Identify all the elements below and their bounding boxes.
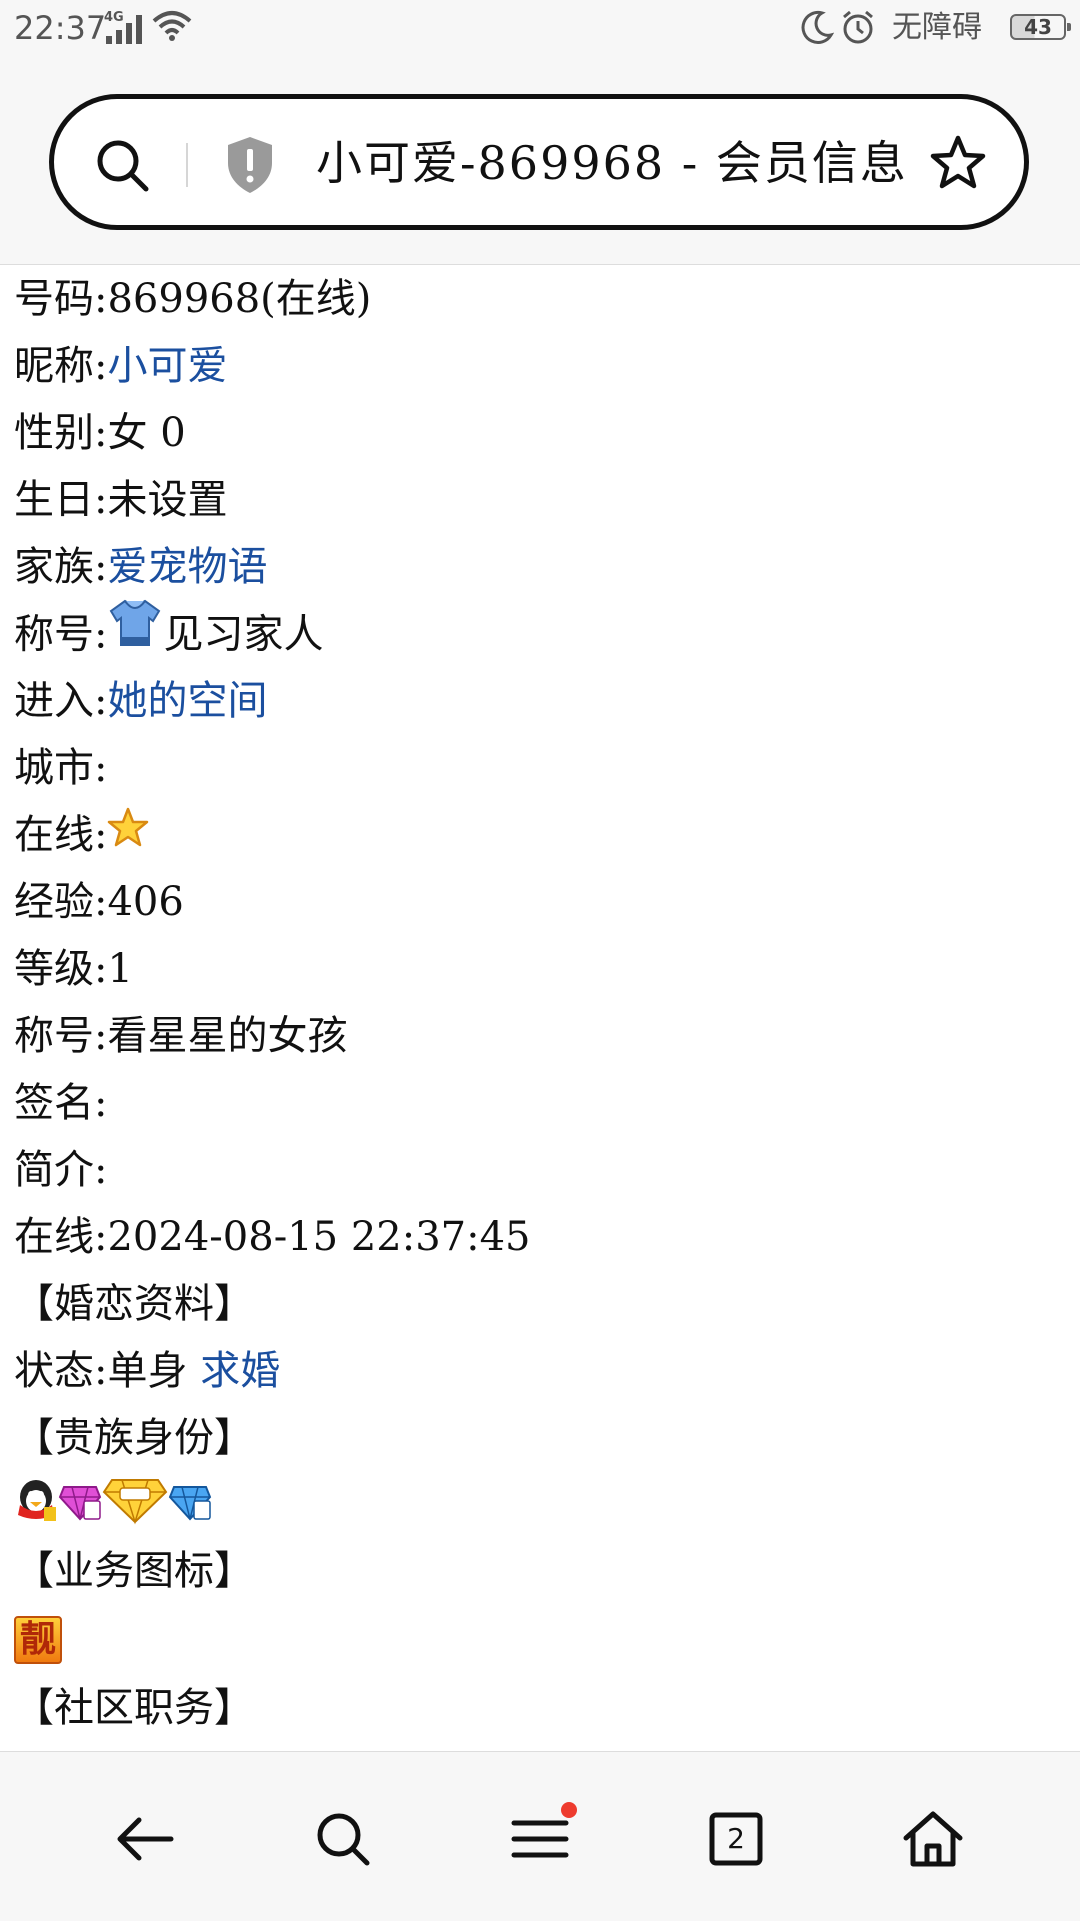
- level-row: 等级:1: [14, 936, 1064, 1003]
- shirt-icon: [107, 597, 163, 670]
- status-bar: 22:37 4G 无障碍 43: [0, 0, 1080, 64]
- qq-vip-badge-icon: [14, 1477, 58, 1533]
- browser-bottom-bar: 2: [0, 1751, 1080, 1921]
- title-row: 称号: 见习家人: [14, 599, 1064, 668]
- tabs-button[interactable]: 2: [701, 1804, 771, 1874]
- birthday-label: 生日:: [14, 477, 108, 523]
- level-label: 等级:: [14, 946, 108, 992]
- experience-row: 经验:406: [14, 869, 1064, 936]
- birthday-row: 生日:未设置: [14, 467, 1064, 534]
- marriage-section-title: 【婚恋资料】: [14, 1281, 254, 1327]
- gender-value: 女 0: [107, 410, 186, 456]
- title2-row: 称号:看星星的女孩: [14, 1003, 1064, 1070]
- last-online-label: 在线:: [14, 1214, 108, 1260]
- signature-row: 签名:: [14, 1070, 1064, 1137]
- liang-badge-icon: 靓: [14, 1616, 62, 1664]
- nickname-label: 昵称:: [14, 343, 108, 389]
- number-value: 869968(在线): [107, 276, 372, 322]
- intro-row: 简介:: [14, 1137, 1064, 1204]
- bookmark-star-icon[interactable]: [928, 133, 988, 197]
- marriage-status-value: 单身: [107, 1348, 188, 1394]
- her-space-link[interactable]: 她的空间: [107, 678, 267, 724]
- title-value: 见习家人: [163, 611, 324, 658]
- back-button[interactable]: [110, 1804, 180, 1874]
- shield-icon[interactable]: [224, 135, 276, 199]
- city-row: 城市:: [14, 735, 1064, 802]
- last-online-row: 在线:2024-08-15 22:37:45: [14, 1204, 1064, 1271]
- liang-badge-char: 靓: [19, 1618, 56, 1660]
- experience-value: 406: [107, 879, 184, 925]
- noble-section-title: 【贵族身份】: [14, 1415, 254, 1461]
- last-online-value: 2024-08-15 22:37:45: [107, 1214, 531, 1260]
- experience-label: 经验:: [14, 879, 108, 925]
- blue-diamond-badge-icon: [168, 1477, 212, 1533]
- menu-icon: [511, 1820, 569, 1858]
- tabs-count: 2: [727, 1822, 745, 1855]
- enter-label: 进入:: [14, 678, 108, 724]
- business-icons: 靓: [14, 1605, 1064, 1675]
- propose-link[interactable]: 求婚: [200, 1348, 280, 1394]
- nickname-row: 昵称:小可爱: [14, 333, 1064, 400]
- battery-icon: 43: [1010, 14, 1071, 40]
- accessibility-label: 无障碍: [892, 10, 982, 45]
- search-icon: [317, 1813, 370, 1866]
- cellular-signal-icon: 4G: [104, 10, 148, 50]
- address-bar[interactable]: 小可爱-869968 - 会员信息: [49, 94, 1029, 230]
- nickname-link[interactable]: 小可爱: [107, 343, 227, 389]
- purple-diamond-badge-icon: [58, 1477, 102, 1533]
- page-title[interactable]: 小可爱-869968 - 会员信息: [316, 133, 936, 193]
- member-info: 号码:869968(在线) 昵称:小可爱 性别:女 0 生日:未设置 家族:爱宠…: [14, 266, 1064, 1742]
- gender-row: 性别:女 0: [14, 400, 1064, 467]
- moon-icon: [800, 10, 835, 50]
- title2-label: 称号:: [14, 1013, 108, 1059]
- alarm-icon: [840, 10, 876, 50]
- intro-label: 简介:: [14, 1147, 108, 1193]
- noble-badges: [14, 1472, 1064, 1538]
- gold-diamond-badge-icon: [102, 1474, 168, 1536]
- number-row: 号码:869968(在线): [14, 266, 1064, 333]
- wifi-icon: [152, 10, 192, 46]
- online-star-icon: [107, 801, 149, 868]
- online-row: 在线:: [14, 802, 1064, 869]
- title2-value: 看星星的女孩: [107, 1013, 348, 1059]
- birthday-value: 未设置: [107, 477, 228, 523]
- home-icon: [903, 1811, 963, 1867]
- home-button[interactable]: [898, 1804, 968, 1874]
- network-type-label: 4G: [104, 10, 124, 25]
- status-time: 22:37: [14, 9, 107, 47]
- family-link[interactable]: 爱宠物语: [107, 544, 267, 590]
- business-section-title: 【业务图标】: [14, 1548, 254, 1594]
- battery-level: 43: [1024, 15, 1052, 39]
- signature-label: 签名:: [14, 1080, 108, 1126]
- address-divider: [186, 143, 188, 187]
- notification-dot: [561, 1802, 577, 1818]
- enter-row: 进入:她的空间: [14, 668, 1064, 735]
- marriage-status-row: 状态:单身 求婚: [14, 1338, 1064, 1405]
- level-value: 1: [107, 946, 133, 992]
- marriage-status-label: 状态:: [14, 1348, 108, 1394]
- menu-button[interactable]: [505, 1802, 577, 1874]
- family-label: 家族:: [14, 544, 108, 590]
- back-arrow-icon: [117, 1817, 174, 1861]
- gender-label: 性别:: [14, 410, 108, 456]
- search-icon[interactable]: [94, 137, 152, 199]
- family-row: 家族:爱宠物语: [14, 534, 1064, 601]
- community-section-title: 【社区职务】: [14, 1685, 254, 1731]
- title-label: 称号:: [14, 611, 108, 658]
- city-label: 城市:: [14, 745, 108, 791]
- number-label: 号码:: [14, 276, 108, 322]
- browser-top-bar: 小可爱-869968 - 会员信息: [0, 64, 1080, 265]
- online-label: 在线:: [14, 812, 108, 858]
- search-button[interactable]: [308, 1804, 378, 1874]
